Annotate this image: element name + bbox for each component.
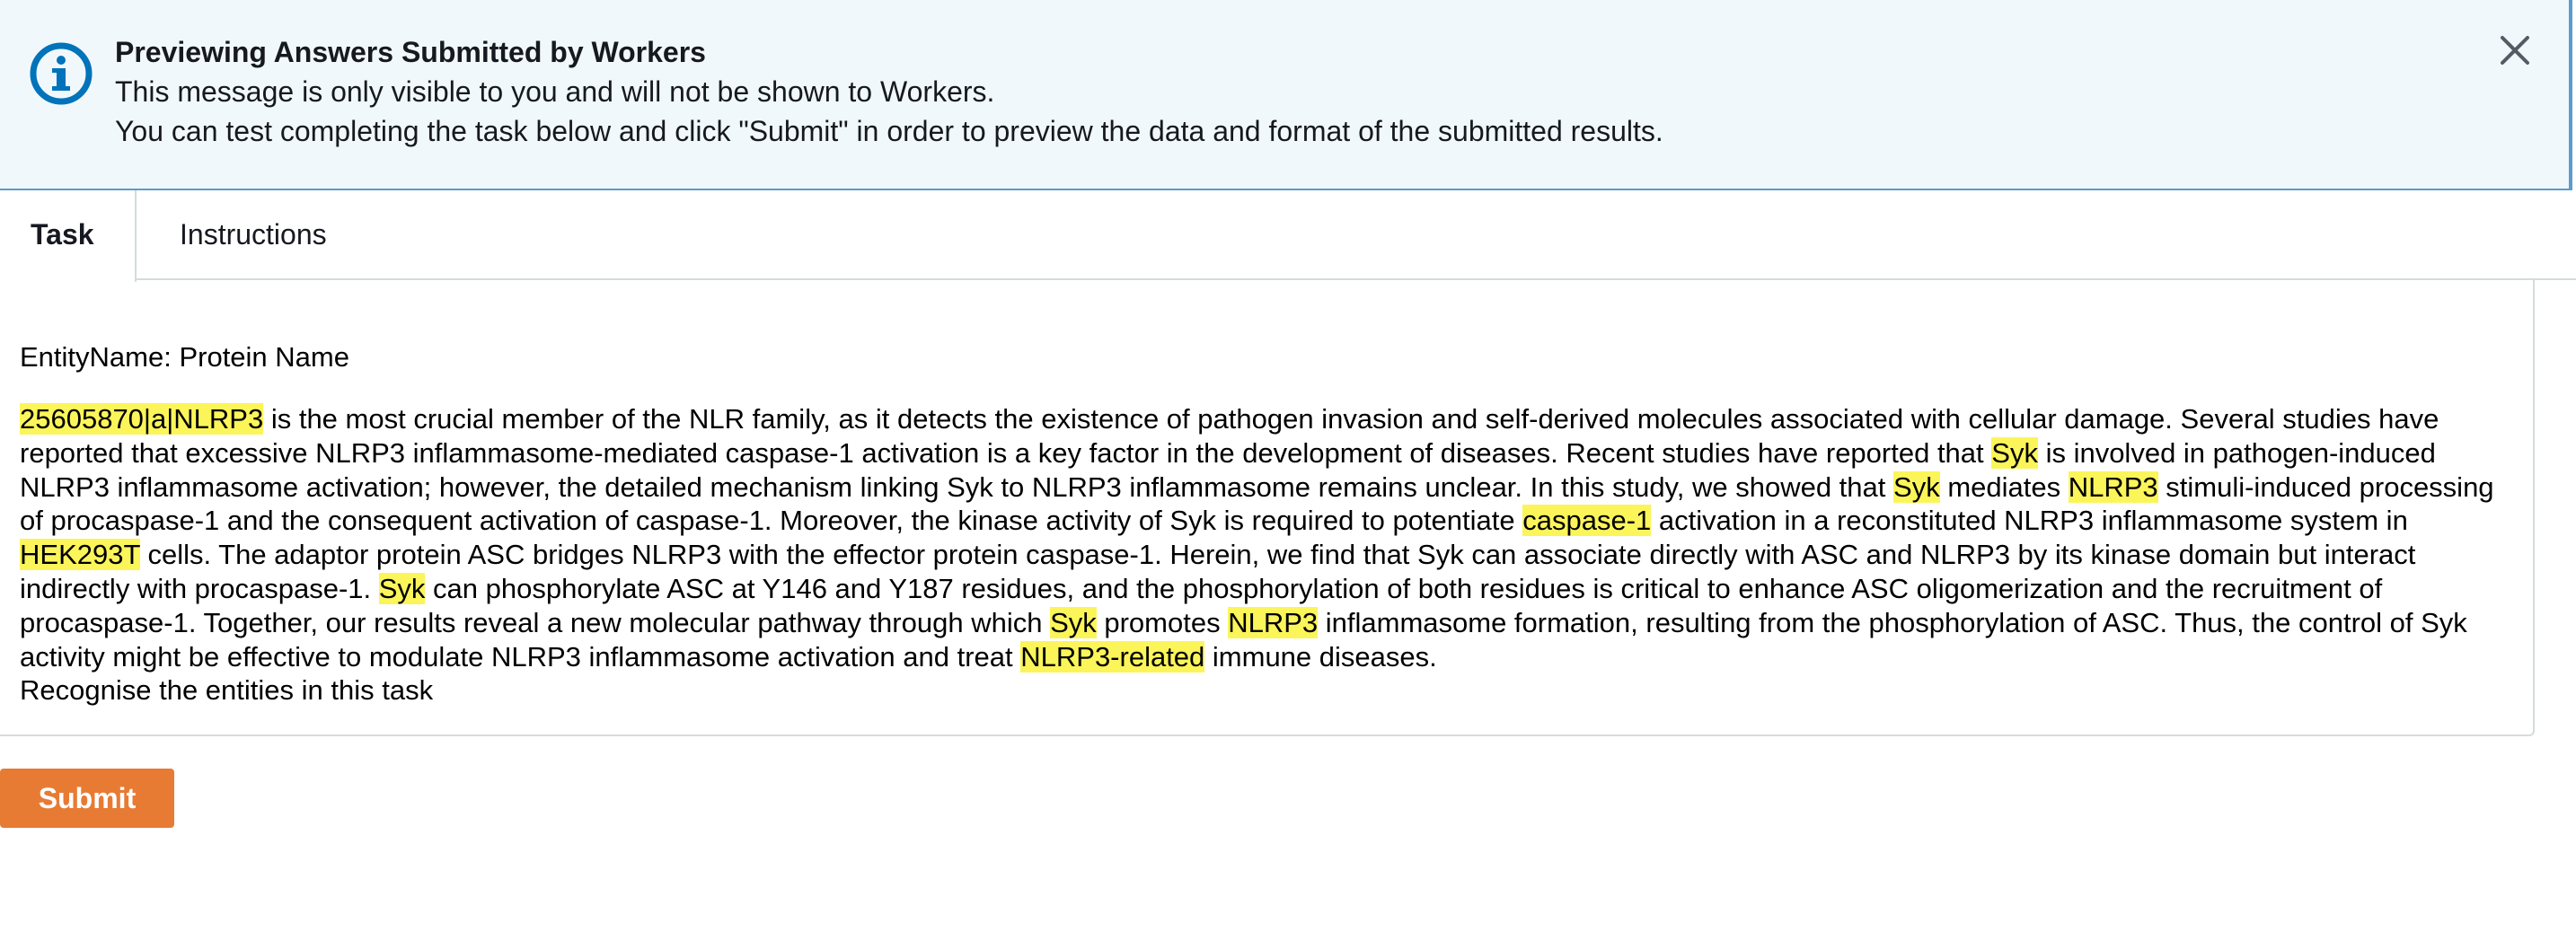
- task-panel: EntityName: Protein Name 25605870|a|NLRP…: [0, 280, 2535, 736]
- highlighted-entity[interactable]: Syk: [1991, 436, 2038, 469]
- highlighted-entity[interactable]: 25605870|a|NLRP3: [20, 403, 264, 435]
- submit-button[interactable]: Submit: [0, 769, 174, 828]
- entity-name-label: EntityName: Protein Name: [20, 341, 349, 373]
- close-icon[interactable]: [2497, 32, 2533, 68]
- banner-message: This message is only visible to you and …: [115, 75, 995, 108]
- highlighted-entity[interactable]: NLRP3-related: [1020, 640, 1205, 673]
- abstract-segment: immune diseases.: [1204, 640, 1437, 673]
- abstract-segment: activation in a reconstituted NLRP3 infl…: [1651, 505, 2408, 537]
- highlighted-entity[interactable]: Syk: [1893, 470, 1940, 503]
- banner-title: Previewing Answers Submitted by Workers: [115, 36, 706, 68]
- abstract-segment: mediates: [1939, 470, 2069, 503]
- tab-task[interactable]: Task: [0, 190, 137, 282]
- banner-instructions: You can test completing the task below a…: [115, 115, 1663, 147]
- tab-instructions[interactable]: Instructions: [180, 190, 327, 280]
- info-icon: [30, 42, 93, 105]
- preview-banner: Previewing Answers Submitted by Workers …: [0, 0, 2572, 190]
- highlighted-entity[interactable]: NLRP3: [2068, 470, 2158, 503]
- abstract-segment: promotes: [1096, 606, 1229, 638]
- highlighted-entity[interactable]: Syk: [1050, 606, 1097, 638]
- task-instruction: Recognise the entities in this task: [20, 674, 434, 707]
- highlighted-entity[interactable]: Syk: [378, 572, 426, 604]
- highlighted-entity[interactable]: caspase-1: [1522, 505, 1652, 537]
- highlighted-entity[interactable]: HEK293T: [20, 539, 140, 571]
- highlighted-entity[interactable]: NLRP3: [1228, 606, 1319, 638]
- tab-bar: Task Instructions: [0, 190, 2576, 282]
- abstract-text: 25605870|a|NLRP3 is the most crucial mem…: [20, 402, 2517, 708]
